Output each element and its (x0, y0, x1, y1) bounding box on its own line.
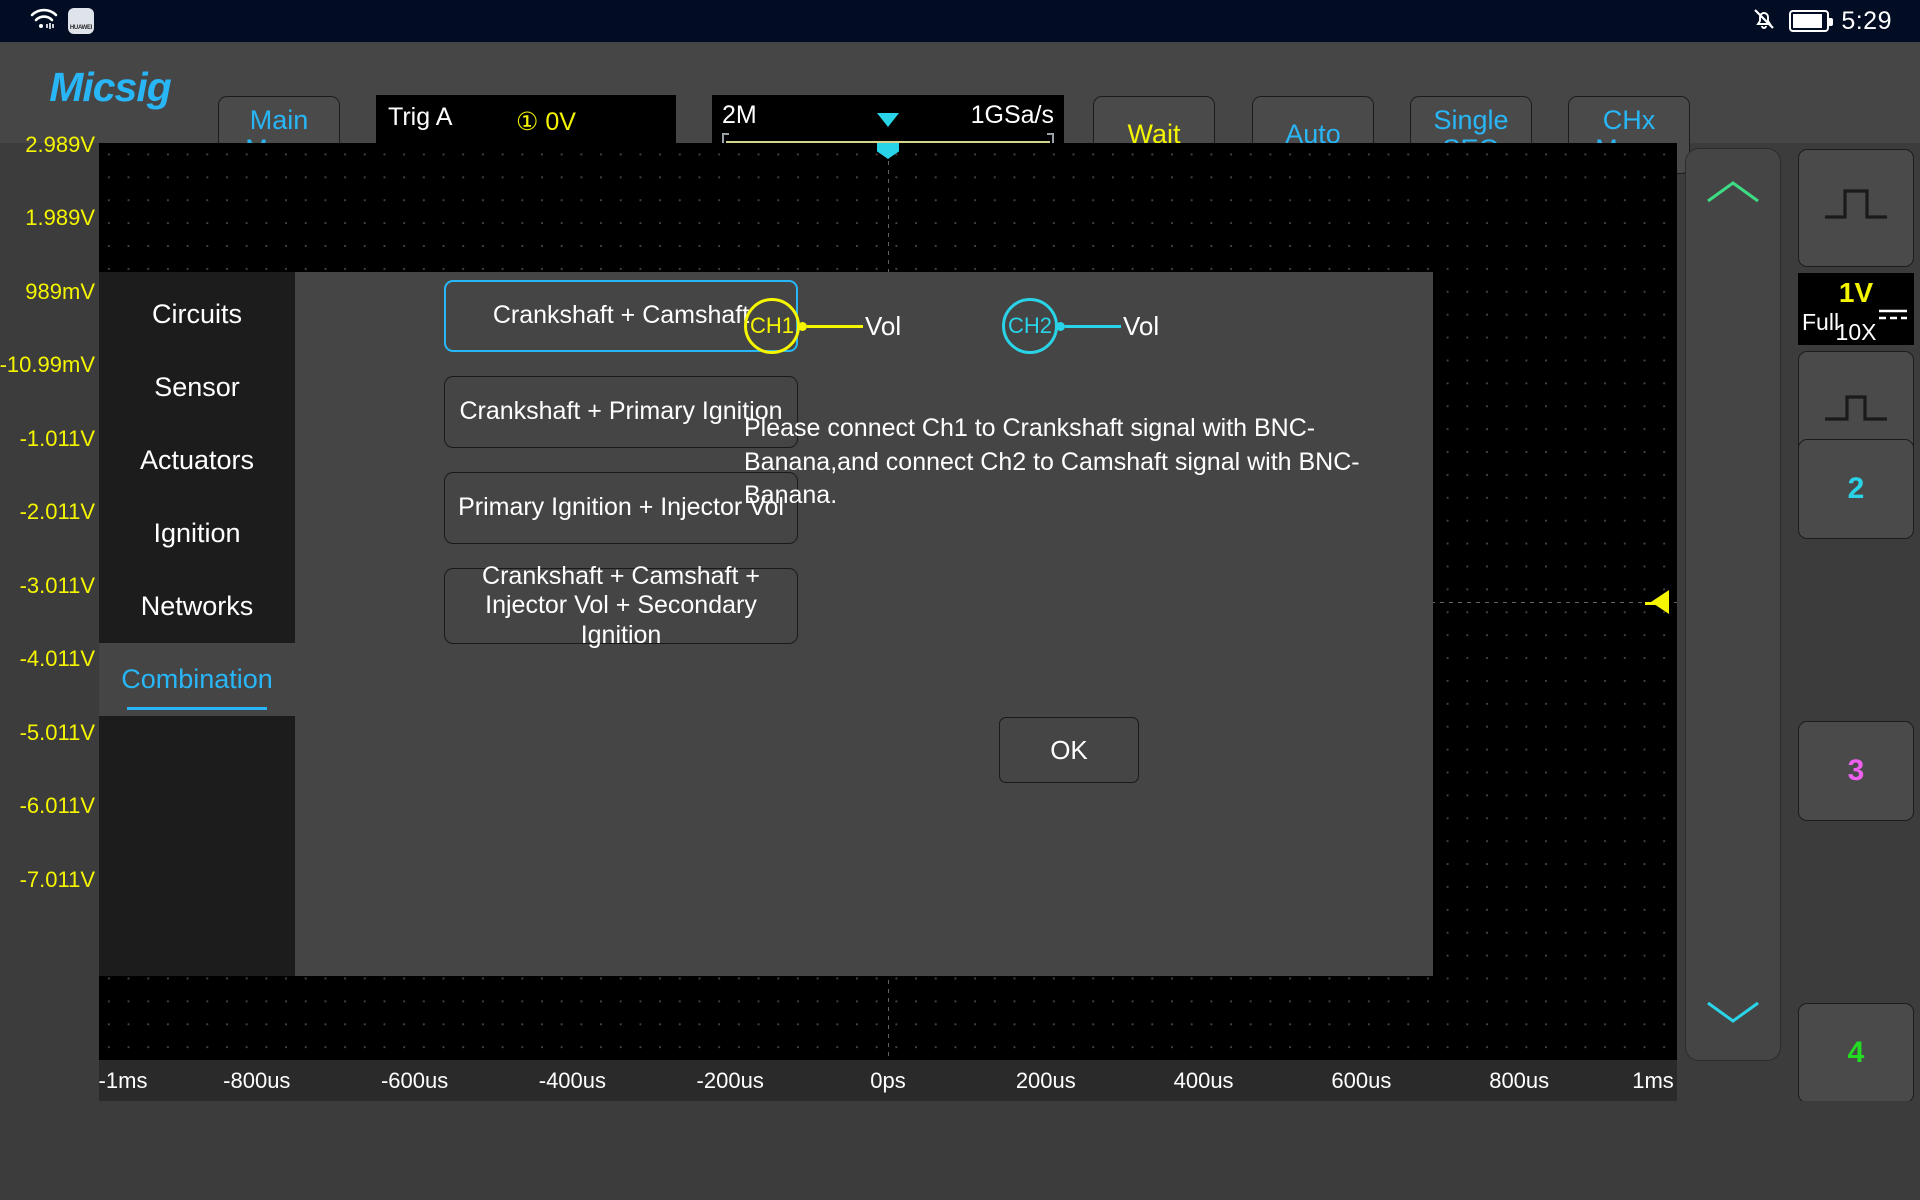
time-tick-label: 600us (1331, 1068, 1392, 1093)
oscilloscope-screen: HUAWEI 5:29 Micsig Main Menu Trig A ① 0V (0, 0, 1920, 1200)
time-tick-label: 1ms (1632, 1068, 1674, 1093)
channel-4-label: 4 (1847, 1036, 1865, 1069)
vertical-voltage-ruler: 2.989V 1.989V 989mV -10.99mV -1.011V -2.011V -… (0, 132, 99, 1060)
channel-3-label: 3 (1847, 754, 1865, 787)
ch2-connector-line (1065, 324, 1121, 328)
sidebar-item-label: Actuators (139, 445, 255, 475)
horizontal-time-ruler: -1ms -800us -600us -400us -200us 0ps 200us 400u… (99, 1060, 1677, 1101)
time-tick-label: 0ps (870, 1068, 906, 1093)
channel-map-ch1: CH1 Vol (744, 298, 901, 354)
voltage-tick-label: -1.011V (19, 426, 95, 451)
wifi-icon (30, 8, 58, 35)
ok-label: OK (1050, 734, 1088, 765)
pulse-down-icon (1821, 383, 1891, 437)
sidebar-item-label: Circuits (151, 299, 242, 329)
ch1-signal-label: Vol (865, 310, 902, 341)
pulse-up-icon (1821, 181, 1891, 235)
ch2-circle: CH2 (1002, 298, 1058, 354)
channel-2-label: 2 (1847, 472, 1865, 505)
time-tick-label: -800us (223, 1068, 291, 1093)
voltage-tick-label: -7.011V (19, 867, 95, 892)
dialog-sidebar: Circuits Sensor Actuators Ignition Networks C… (99, 272, 295, 976)
sidebar-item-ignition[interactable]: Ignition (99, 497, 295, 570)
time-tick-label: 200us (1015, 1068, 1076, 1093)
trigger-label: Trig A (388, 103, 453, 131)
dialog-instruction-text: Please connect Ch1 to Crankshaft signal … (744, 414, 1360, 509)
probe-settings-display[interactable]: 1V Full 10X (1798, 273, 1914, 345)
channel-3-button[interactable]: 3 (1798, 721, 1914, 821)
preset-option-4[interactable]: Crankshaft + Camshaft + Injector Vol + S… (444, 562, 798, 649)
automotive-preset-dialog: Circuits Sensor Actuators Ignition Networks C… (99, 272, 1433, 976)
sidebar-item-sensor[interactable]: Sensor (99, 351, 295, 424)
channel-map-ch2: CH2 Vol (1002, 298, 1159, 354)
time-tick-label: -200us (696, 1068, 764, 1093)
voltage-tick-label: -10.99mV (0, 352, 95, 377)
android-status-bar: HUAWEI 5:29 (0, 0, 1920, 42)
status-right-icons: 5:29 (1751, 6, 1892, 37)
volts-div-increase-button[interactable] (1798, 149, 1914, 267)
ok-button[interactable]: OK (999, 717, 1139, 783)
channel-connection-map: CH1 Vol CH2 Vol (744, 272, 1434, 382)
dc-coupling-icon (1878, 307, 1908, 326)
memory-depth: 2M (722, 101, 757, 129)
battery-icon (1789, 10, 1834, 32)
time-tick-label: -600us (380, 1068, 449, 1093)
voltage-tick-label: -5.011V (19, 720, 95, 745)
ch1-circle: CH1 (744, 298, 800, 354)
sidebar-item-combination[interactable]: Combination (99, 643, 295, 716)
time-tick-label: 400us (1173, 1068, 1234, 1093)
brand-logo: Micsig (49, 64, 172, 110)
voltage-tick-label: -2.011V (19, 499, 95, 524)
time-tick-label: 800us (1489, 1068, 1550, 1093)
sidebar-item-networks[interactable]: Networks (99, 570, 295, 643)
sidebar-item-circuits[interactable]: Circuits (99, 278, 295, 351)
preset-option-label: Primary Ignition + Injector Vol (458, 493, 784, 522)
ch1-connector-dot (798, 321, 807, 331)
right-channel-column: 1V Full 10X 2 3 4 (1792, 143, 1920, 1103)
trigger-level-value: ① 0V (516, 108, 576, 136)
voltage-tick-label: 989mV (25, 279, 95, 304)
ch1-connector-line (807, 324, 863, 328)
voltage-tick-label: -3.011V (19, 573, 95, 598)
sidebar-item-label: Networks (140, 591, 254, 621)
preset-option-label: Crankshaft + Primary Ignition (459, 397, 783, 426)
voltage-tick-label: -4.011V (19, 646, 95, 671)
status-left-icons: HUAWEI (30, 8, 94, 35)
volts-per-div-value: 1V (1838, 277, 1874, 308)
ch2-signal-label: Vol (1123, 310, 1160, 341)
sidebar-item-actuators[interactable]: Actuators (99, 424, 295, 497)
vertical-position-scroller[interactable] (1685, 148, 1781, 1061)
voltage-tick-label: -6.011V (19, 793, 95, 818)
sample-rate: 1GSa/s (970, 101, 1054, 129)
channel-4-button[interactable]: 4 (1798, 1003, 1914, 1103)
preset-option-label: Crankshaft + Camshaft + Injector Vol + S… (482, 561, 760, 649)
voltage-tick-label: 2.989V (25, 132, 95, 157)
preset-option-label: Crankshaft + Camshaft (492, 301, 750, 330)
sidebar-item-label: Sensor (154, 372, 240, 402)
time-tick-label: -400us (538, 1068, 607, 1093)
ch2-connector-dot (1056, 321, 1065, 331)
sidebar-item-label: Ignition (153, 518, 241, 548)
top-toolbar: Micsig Main Menu Trig A ① 0V 2M 1GSa/s 0… (0, 42, 1920, 175)
chevron-down-icon[interactable] (1704, 997, 1762, 1032)
chevron-up-icon[interactable] (1704, 177, 1762, 212)
huawei-app-icon: HUAWEI (68, 8, 94, 34)
clock: 5:29 (1841, 6, 1892, 35)
channel-2-button[interactable]: 2 (1798, 439, 1914, 539)
bell-muted-icon (1751, 6, 1777, 37)
time-tick-label: -1ms (98, 1068, 148, 1093)
voltage-tick-label: 1.989V (25, 205, 95, 230)
bottom-toolbar: Quick Menu Fine (0, 1101, 1920, 1200)
trigger-position-marker[interactable] (877, 143, 899, 159)
sidebar-item-label: Combination (121, 664, 273, 694)
trigger-level-marker[interactable] (1651, 589, 1669, 614)
